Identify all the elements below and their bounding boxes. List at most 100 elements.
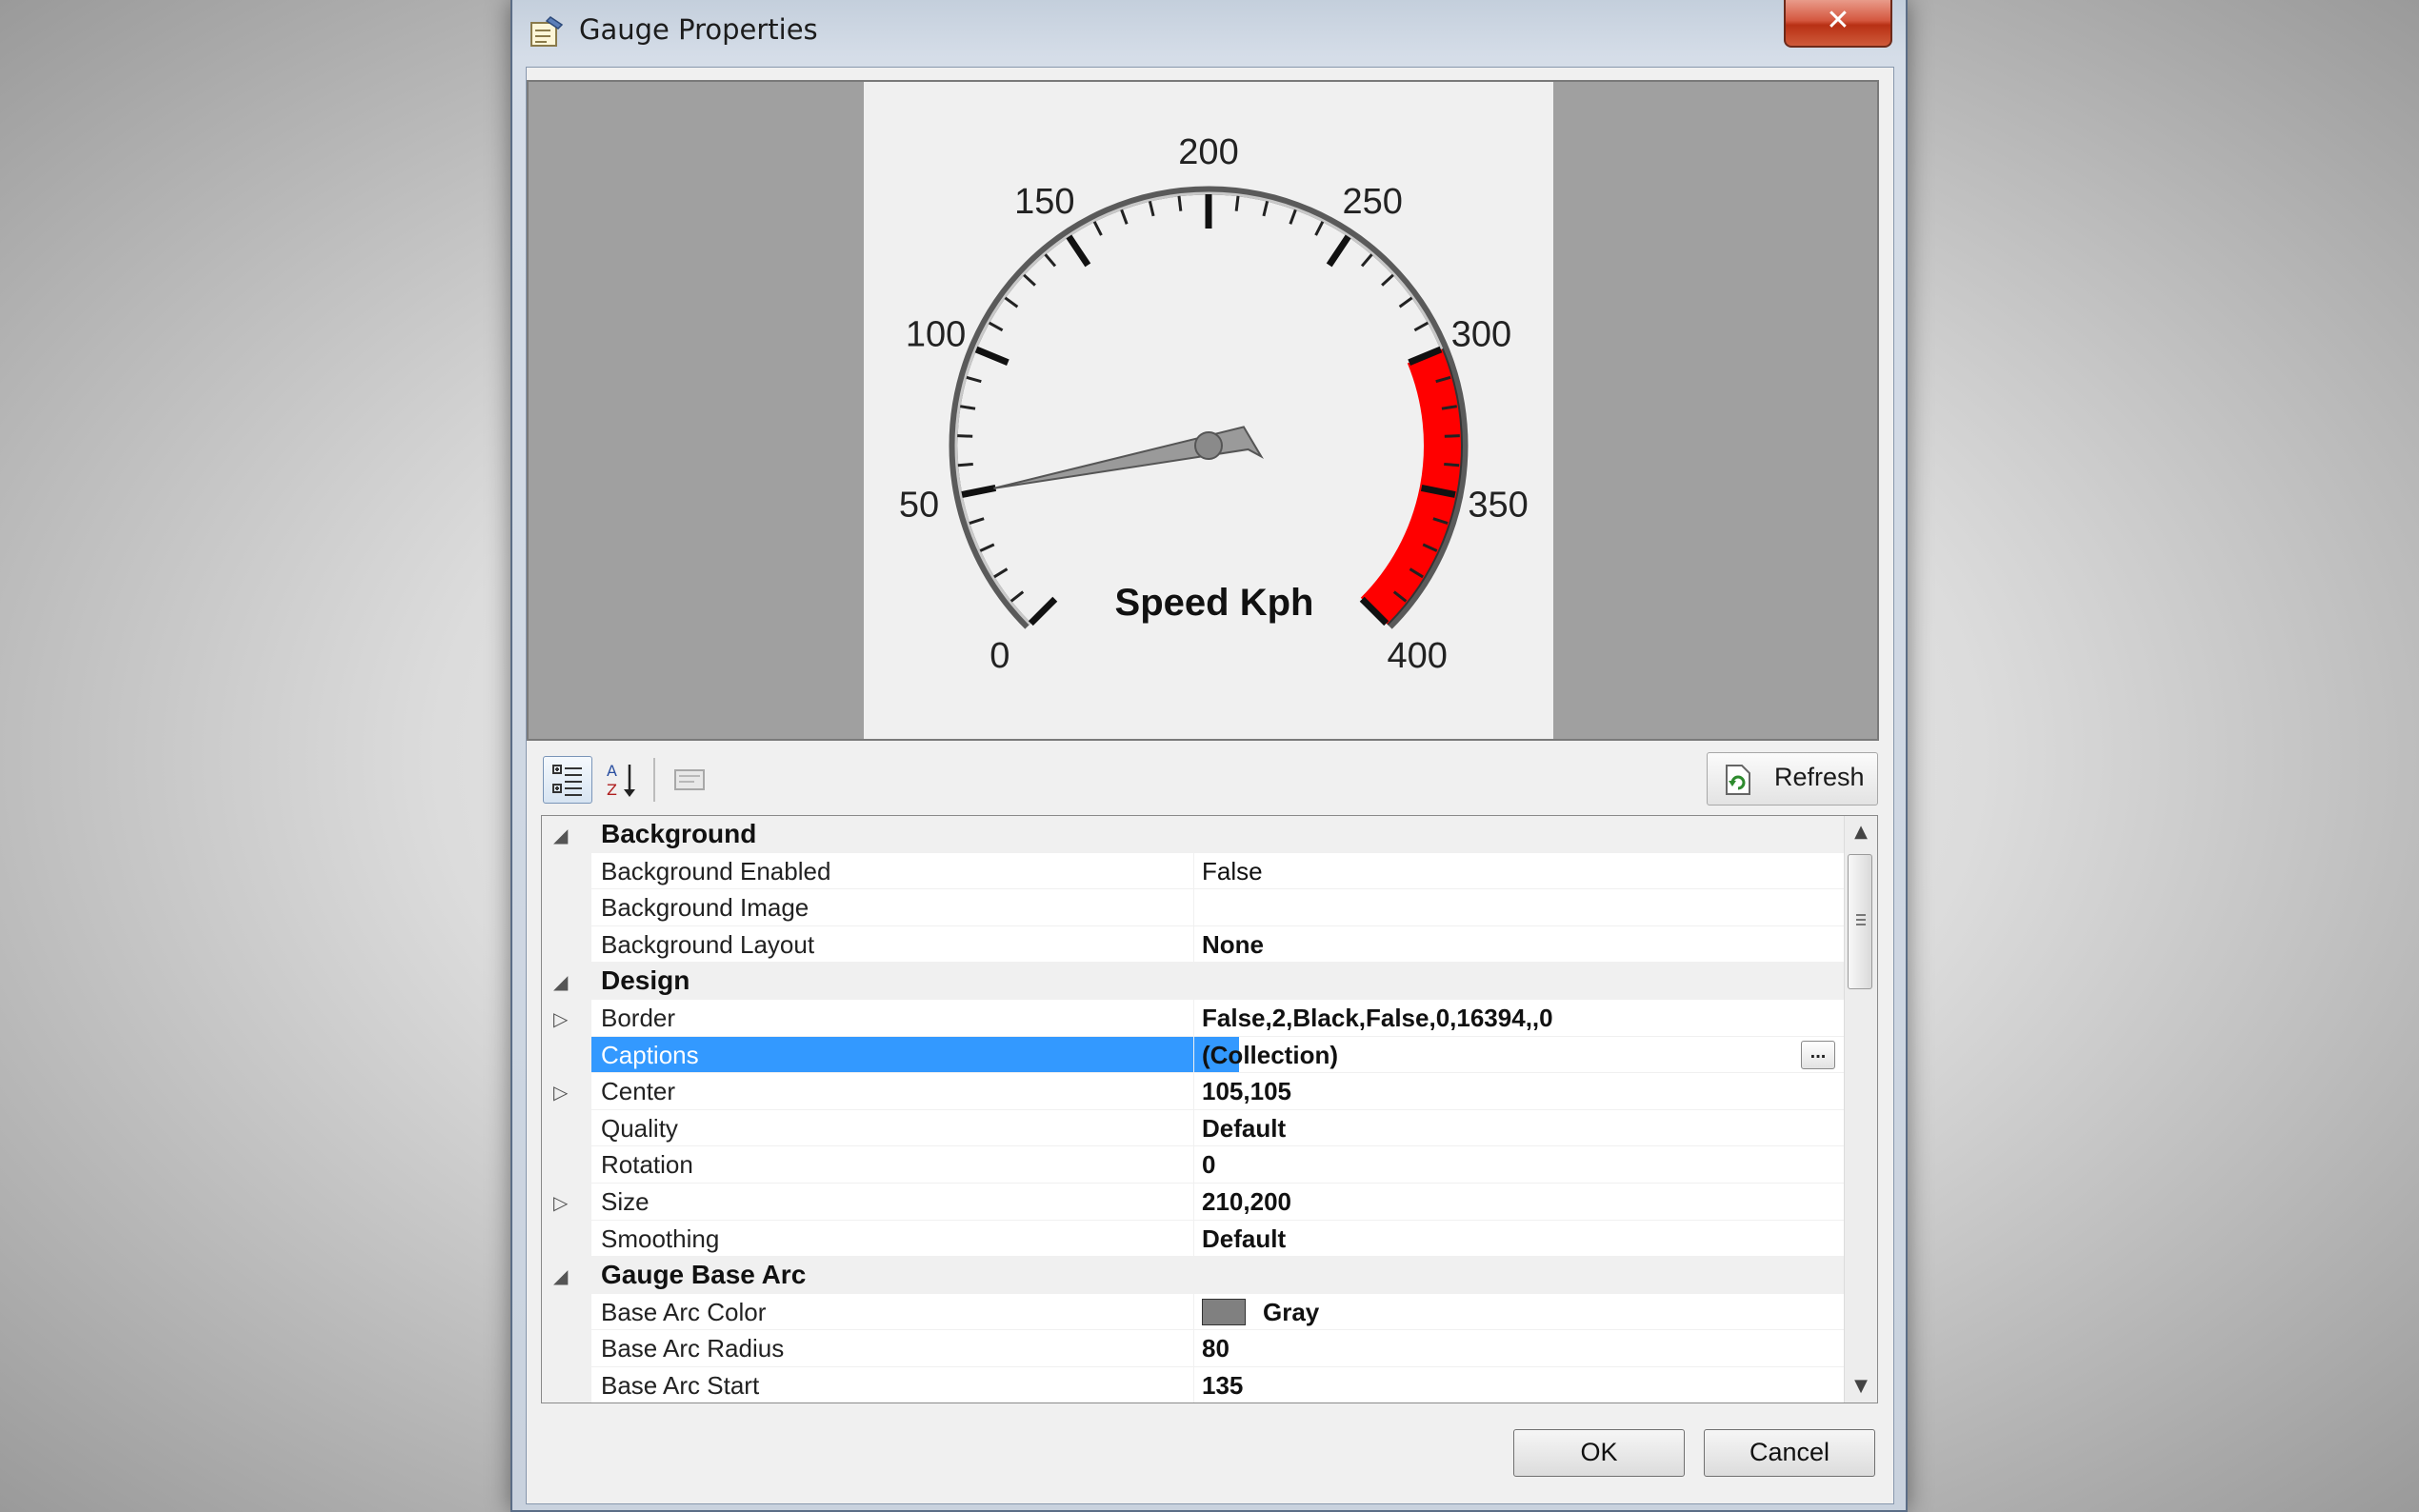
property-row[interactable]: Rotation 0 — [542, 1146, 1845, 1184]
minor-tick — [1444, 434, 1460, 438]
property-row[interactable]: Base Arc Radius 80 — [542, 1330, 1845, 1367]
property-value[interactable]: (Collection)... — [1193, 1036, 1845, 1074]
minor-tick — [1148, 200, 1155, 217]
collapse-icon[interactable]: ◢ — [553, 970, 568, 993]
property-row[interactable]: ▷ Border False,2,Black,False,0,16394,,0 — [542, 1000, 1845, 1037]
close-button[interactable]: ✕ — [1784, 0, 1892, 48]
minor-tick — [1444, 462, 1460, 468]
property-row[interactable]: Base Arc Color Gray — [542, 1293, 1845, 1331]
minor-tick — [1413, 321, 1429, 332]
property-name[interactable]: Base Arc Color — [591, 1294, 1239, 1331]
property-name[interactable]: Background Image — [591, 889, 1239, 926]
property-value[interactable]: 135 — [1193, 1367, 1845, 1403]
cancel-button[interactable]: Cancel — [1704, 1429, 1875, 1477]
minor-tick — [1023, 273, 1036, 287]
property-value[interactable]: 210,200 — [1193, 1184, 1845, 1221]
property-value[interactable]: 0 — [1193, 1146, 1845, 1184]
row-gutter: ◢ — [542, 816, 591, 853]
property-value[interactable]: 80 — [1193, 1330, 1845, 1367]
property-value[interactable]: Gray — [1193, 1293, 1845, 1331]
categorized-icon — [552, 765, 582, 796]
property-row[interactable]: Captions (Collection)... — [542, 1036, 1845, 1074]
minor-tick — [960, 405, 976, 410]
property-name[interactable]: Border — [591, 1000, 1239, 1037]
collapse-icon[interactable]: ◢ — [553, 1264, 568, 1287]
expand-icon[interactable]: ▷ — [553, 1081, 568, 1104]
property-name[interactable]: Captions — [591, 1036, 1239, 1074]
minor-tick — [1234, 195, 1240, 211]
major-tick-label: 250 — [1343, 182, 1403, 222]
scroll-thumb[interactable] — [1848, 854, 1872, 989]
title-bar[interactable]: Gauge Properties ✕ — [512, 0, 1906, 65]
alphabetical-sort-button[interactable]: A Z — [598, 756, 648, 804]
row-gutter — [542, 925, 591, 964]
property-name[interactable]: Background Enabled — [591, 853, 1239, 890]
color-swatch — [1202, 1298, 1246, 1325]
window-title: Gauge Properties — [579, 13, 818, 46]
property-name[interactable]: Rotation — [591, 1146, 1239, 1184]
row-gutter — [542, 1220, 591, 1258]
refresh-button[interactable]: Refresh — [1707, 752, 1878, 806]
category-label[interactable]: Design — [591, 963, 1239, 1000]
property-value[interactable]: None — [1193, 925, 1845, 964]
gauge-needle — [993, 426, 1265, 489]
property-row[interactable]: Base Arc Start 135 — [542, 1367, 1845, 1403]
minor-tick — [1314, 221, 1325, 236]
property-value-text: False,2,Black,False,0,16394,,0 — [1202, 1004, 1553, 1032]
property-pages-button[interactable] — [665, 756, 714, 804]
minor-tick — [979, 543, 995, 552]
property-value[interactable]: False,2,Black,False,0,16394,,0 — [1193, 1000, 1845, 1037]
categorized-view-button[interactable] — [543, 756, 592, 804]
scroll-down-arrow-icon[interactable]: ▼ — [1845, 1370, 1877, 1403]
category-row[interactable]: ◢ Gauge Base Arc — [542, 1257, 1845, 1294]
expand-icon[interactable]: ▷ — [553, 1007, 568, 1030]
close-icon: ✕ — [1826, 4, 1850, 37]
property-name[interactable]: Smoothing — [591, 1221, 1239, 1258]
minor-tick — [957, 462, 973, 468]
minor-tick — [1092, 221, 1103, 236]
property-row[interactable]: Background Enabled False — [542, 852, 1845, 890]
collection-editor-button[interactable]: ... — [1801, 1040, 1835, 1069]
property-row[interactable]: ▷ Center 105,105 — [542, 1073, 1845, 1110]
property-name[interactable]: Background Layout — [591, 926, 1239, 964]
property-row[interactable]: Background Image — [542, 889, 1845, 926]
scroll-up-arrow-icon[interactable]: ▲ — [1845, 816, 1877, 848]
category-label[interactable]: Gauge Base Arc — [591, 1257, 1239, 1294]
property-name[interactable]: Size — [591, 1184, 1239, 1221]
minor-tick — [993, 567, 1009, 579]
category-label[interactable]: Background — [591, 816, 1239, 853]
property-row[interactable]: Background Layout None — [542, 925, 1845, 964]
expand-icon[interactable]: ▷ — [553, 1191, 568, 1214]
category-row[interactable]: ◢ Background — [542, 816, 1845, 853]
collapse-icon[interactable]: ◢ — [553, 824, 568, 846]
property-value[interactable] — [1193, 889, 1845, 926]
property-value[interactable]: Default — [1193, 1220, 1845, 1258]
property-row[interactable]: ▷ Size 210,200 — [542, 1184, 1845, 1221]
property-value — [1193, 1257, 1845, 1294]
row-gutter: ◢ — [542, 1257, 591, 1294]
vertical-scrollbar[interactable]: ▲ ▼ — [1844, 816, 1877, 1403]
property-name[interactable]: Center — [591, 1073, 1239, 1110]
property-value[interactable]: Default — [1193, 1109, 1845, 1147]
row-gutter: ▷ — [542, 1000, 591, 1037]
svg-text:A: A — [607, 762, 617, 780]
property-name[interactable]: Base Arc Radius — [591, 1330, 1239, 1367]
property-name[interactable]: Base Arc Start — [591, 1367, 1239, 1403]
ok-button[interactable]: OK — [1513, 1429, 1685, 1477]
category-row[interactable]: ◢ Design — [542, 963, 1845, 1000]
row-gutter — [542, 1146, 591, 1184]
property-name[interactable]: Quality — [591, 1110, 1239, 1147]
base-arc — [949, 186, 1469, 629]
property-row[interactable]: Smoothing Default — [542, 1220, 1845, 1258]
sort-az-icon: A Z — [607, 762, 635, 799]
property-value-text: False — [1202, 856, 1263, 885]
row-gutter — [542, 1109, 591, 1147]
property-value[interactable]: 105,105 — [1193, 1073, 1845, 1110]
property-row[interactable]: Quality Default — [542, 1109, 1845, 1147]
minor-tick — [1360, 253, 1373, 268]
property-grid: ◢ Background Background Enabled False Backgr… — [541, 815, 1878, 1403]
minor-tick — [1044, 253, 1057, 268]
minor-tick — [1398, 296, 1413, 308]
grip-icon — [1856, 914, 1866, 925]
property-value[interactable]: False — [1193, 852, 1845, 890]
